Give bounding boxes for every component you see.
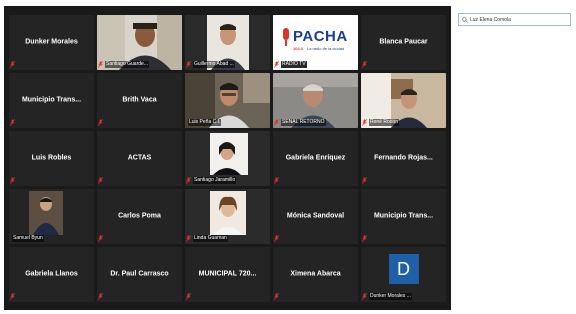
- radio-logo-tagline: La radio de la ciudad: [307, 45, 345, 51]
- participant-tile-avatar[interactable]: D Dunker Morales ...: [361, 246, 446, 302]
- participant-tile[interactable]: Dunker Morales: [9, 14, 94, 70]
- participant-label: René Rodón: [369, 119, 400, 126]
- participant-tile-video[interactable]: Guillermo Abad ...: [185, 14, 270, 70]
- muted-mic-icon: [362, 61, 367, 68]
- participant-tile[interactable]: Municipio Trans...: [361, 188, 446, 244]
- muted-mic-icon: [274, 235, 279, 242]
- participant-tile-video[interactable]: Linda Guaman: [185, 188, 270, 244]
- muted-mic-icon: [186, 293, 191, 300]
- participant-name: Blanca Paucar: [379, 38, 428, 46]
- video-gallery: Dunker Morales Santiago Guarde... Guille…: [4, 6, 451, 310]
- muted-mic-icon: [274, 293, 279, 300]
- participant-label: RADIO TV: [281, 61, 307, 68]
- participant-name: Gabriela Enríquez: [285, 154, 346, 162]
- participant-label: SEÑAL RETORNO: [281, 119, 326, 126]
- participant-tile[interactable]: Dr. Paul Carrasco: [97, 246, 182, 302]
- participant-name: Municipio Trans...: [373, 212, 434, 220]
- participant-label: Guillermo Abad ...: [193, 61, 235, 68]
- participant-name: Mónica Sandoval: [286, 212, 345, 220]
- muted-mic-icon: [362, 293, 367, 300]
- participant-tile[interactable]: Gabriela Llanos: [9, 246, 94, 302]
- participant-label: Santiago Guarde...: [105, 61, 149, 68]
- muted-mic-icon: [362, 177, 367, 184]
- muted-mic-icon: [362, 119, 367, 126]
- participant-tile[interactable]: MUNICIPAL 720...: [185, 246, 270, 302]
- participant-name: Dunker Morales: [25, 38, 78, 46]
- participant-tile[interactable]: Municipio Trans...: [9, 72, 94, 128]
- participant-tile-video[interactable]: Luis Peña C.I.: [185, 72, 270, 128]
- participant-tile[interactable]: Ximena Abarca: [273, 246, 358, 302]
- search-input[interactable]: [470, 14, 570, 25]
- muted-mic-icon: [186, 235, 191, 242]
- muted-mic-icon: [362, 235, 367, 242]
- muted-mic-icon: [10, 119, 15, 126]
- participant-name: Fernando Rojas...: [374, 154, 433, 162]
- participant-name: Dr. Paul Carrasco: [110, 270, 169, 278]
- participant-label: Dunker Morales ...: [369, 293, 412, 300]
- participant-tile-video[interactable]: Santiago Guarde...: [97, 14, 182, 70]
- participant-tile-video[interactable]: René Rodón: [361, 72, 446, 128]
- participant-tile[interactable]: ACTAS: [97, 130, 182, 186]
- participant-name: Municipio Trans...: [21, 96, 82, 104]
- search-icon: [462, 16, 468, 23]
- muted-mic-icon: [274, 119, 279, 126]
- participant-name: Ximena Abarca: [290, 270, 341, 278]
- muted-mic-icon: [98, 177, 103, 184]
- muted-mic-icon: [274, 177, 279, 184]
- participant-name: Carlos Poma: [118, 212, 161, 220]
- participant-label: Samuel Byun: [12, 235, 44, 242]
- participant-label: Luis Peña C.I.: [188, 119, 222, 126]
- participant-tile[interactable]: Brith Vaca: [97, 72, 182, 128]
- participant-tile-video[interactable]: SEÑAL RETORNO: [273, 72, 358, 128]
- participant-tile[interactable]: Fernando Rojas...: [361, 130, 446, 186]
- muted-mic-icon: [98, 119, 103, 126]
- muted-mic-icon: [10, 61, 15, 68]
- participant-tile-video[interactable]: Santiago Jaramillo: [185, 130, 270, 186]
- participant-tile[interactable]: Luis Robles: [9, 130, 94, 186]
- participant-name: Luis Robles: [31, 154, 72, 162]
- radio-logo-text: PACHA: [293, 27, 348, 45]
- muted-mic-icon: [98, 61, 103, 68]
- participant-label: Linda Guaman: [193, 235, 228, 242]
- radio-logo-frequency: 103.3: [293, 45, 304, 51]
- participant-tile-video[interactable]: Samuel Byun: [9, 188, 94, 244]
- muted-mic-icon: [98, 235, 103, 242]
- participant-name: Gabriela Llanos: [25, 270, 78, 278]
- muted-mic-icon: [10, 293, 15, 300]
- participant-name: Brith Vaca: [122, 96, 157, 104]
- participant-name: MUNICIPAL 720...: [198, 270, 257, 278]
- participant-tile[interactable]: Blanca Paucar: [361, 14, 446, 70]
- participant-label: Santiago Jaramillo: [193, 177, 237, 184]
- participant-tile[interactable]: Gabriela Enríquez: [273, 130, 358, 186]
- muted-mic-icon: [274, 61, 279, 68]
- participant-tile[interactable]: Carlos Poma: [97, 188, 182, 244]
- participant-tile-radio[interactable]: PACHA 103.3 La radio de la ciudad RADIO …: [273, 14, 358, 70]
- participant-tile[interactable]: Mónica Sandoval: [273, 188, 358, 244]
- participant-search-box[interactable]: [458, 13, 571, 26]
- muted-mic-icon: [186, 177, 191, 184]
- avatar: D: [388, 253, 419, 284]
- zoom-app: Dunker Morales Santiago Guarde... Guille…: [0, 0, 576, 314]
- participant-name: ACTAS: [127, 154, 152, 162]
- muted-mic-icon: [98, 293, 103, 300]
- muted-mic-icon: [186, 61, 191, 68]
- muted-mic-icon: [10, 177, 15, 184]
